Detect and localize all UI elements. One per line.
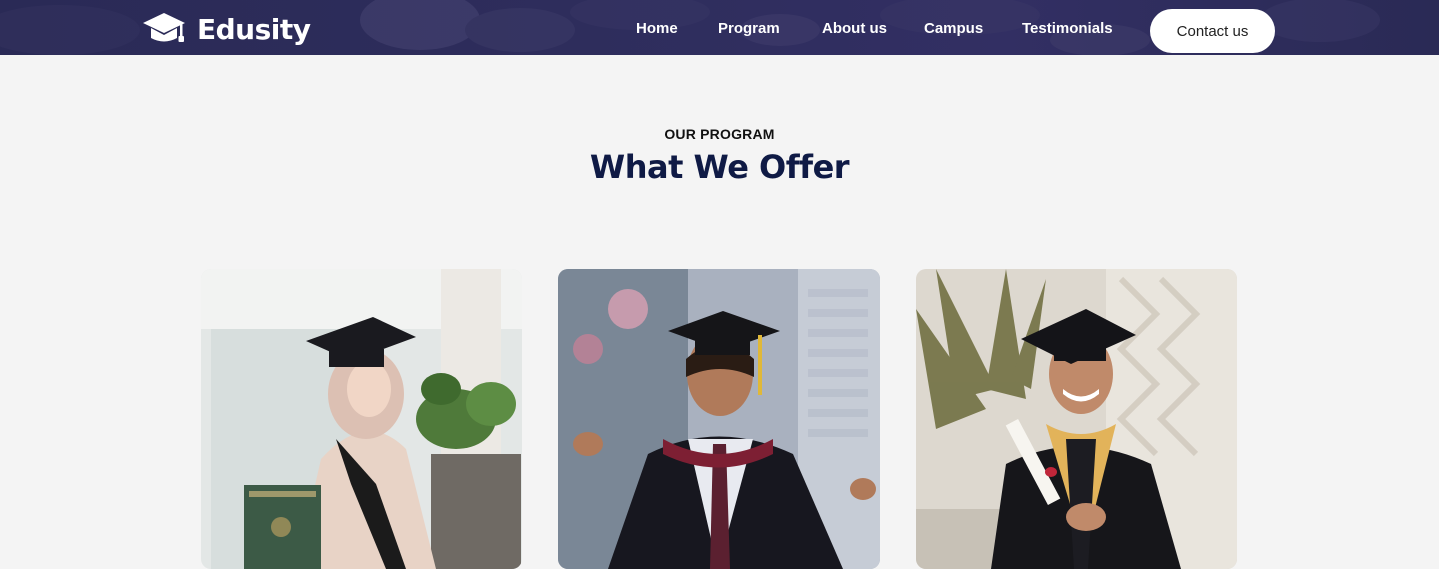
nav-campus[interactable]: Campus xyxy=(924,20,983,37)
nav-program[interactable]: Program xyxy=(718,20,780,37)
program-card-3[interactable] xyxy=(916,269,1237,569)
navbar: Edusity Home Program About us Campus Tes… xyxy=(0,0,1439,55)
program-card-1[interactable] xyxy=(201,269,522,569)
nav-testimonials[interactable]: Testimonials xyxy=(1022,20,1113,37)
nav-home[interactable]: Home xyxy=(636,20,678,37)
nav-about-us[interactable]: About us xyxy=(822,20,887,37)
program-image-graduate-man-diploma xyxy=(916,269,1237,569)
program-card-2[interactable] xyxy=(558,269,880,569)
contact-us-button[interactable]: Contact us xyxy=(1150,9,1275,53)
section-subtitle: OUR PROGRAM xyxy=(664,126,775,142)
program-image-graduate-woman xyxy=(201,269,522,569)
program-image-graduate-man-arms-open xyxy=(558,269,880,569)
section-title: What We Offer xyxy=(589,148,850,186)
